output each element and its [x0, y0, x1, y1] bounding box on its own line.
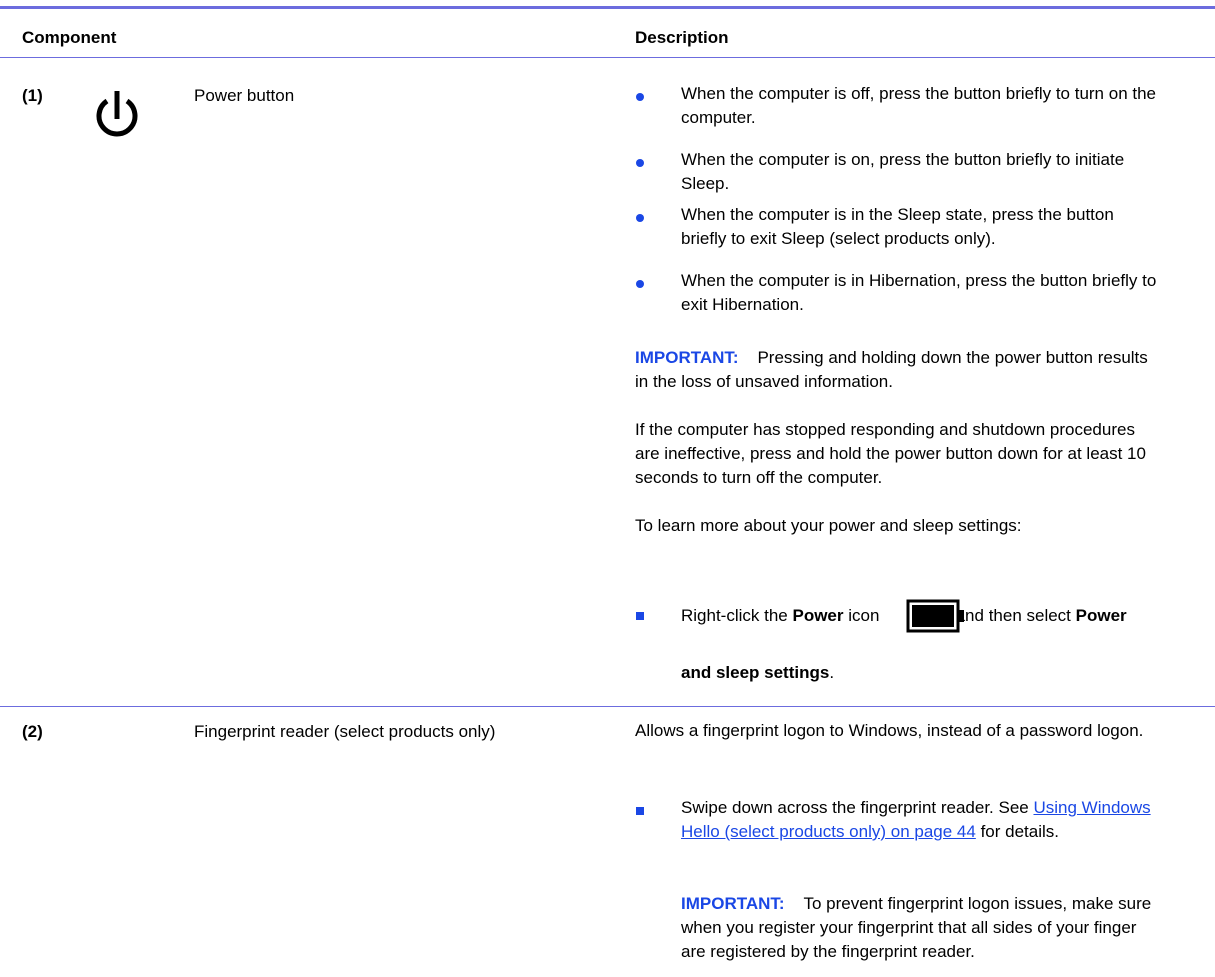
battery-icon [906, 599, 964, 633]
header-component: Component [22, 28, 117, 47]
component-name: Fingerprint reader (select products only… [194, 722, 496, 741]
row-number: (2) [22, 722, 43, 741]
important-note: IMPORTANT: To prevent fingerprint logon … [681, 892, 1161, 964]
description-bullet: When the computer is in the Sleep state,… [681, 205, 1114, 248]
row-divider [0, 706, 1215, 707]
bullet-icon [636, 612, 644, 620]
description-paragraph: If the computer has stopped responding a… [635, 420, 1146, 487]
description-bullet: When the computer is on, press the butto… [681, 150, 1125, 193]
power-icon [96, 91, 138, 137]
bullet-icon [636, 807, 644, 815]
important-label: IMPORTANT: [681, 894, 785, 913]
bullet-icon [636, 280, 644, 288]
important-note: IMPORTANT: Pressing and holding down the… [635, 346, 1155, 394]
description-paragraph: To learn more about your power and sleep… [635, 516, 1022, 535]
important-label: IMPORTANT: [635, 348, 739, 367]
component-name: Power button [194, 86, 295, 105]
row-number: (1) [22, 86, 43, 105]
bullet-icon [636, 159, 644, 167]
table-header: Component Description [0, 9, 1215, 58]
power-instruction-cont: and sleep settings. [681, 663, 835, 682]
header-description: Description [635, 28, 729, 47]
description-bullet: Swipe down across the fingerprint reader… [681, 798, 1151, 841]
description-paragraph: Allows a fingerprint logon to Windows, i… [635, 721, 1144, 740]
description-bullet: When the computer is off, press the butt… [681, 84, 1157, 127]
bullet-icon [636, 93, 644, 101]
description-bullet: When the computer is in Hibernation, pre… [681, 271, 1157, 314]
bullet-icon [636, 214, 644, 222]
